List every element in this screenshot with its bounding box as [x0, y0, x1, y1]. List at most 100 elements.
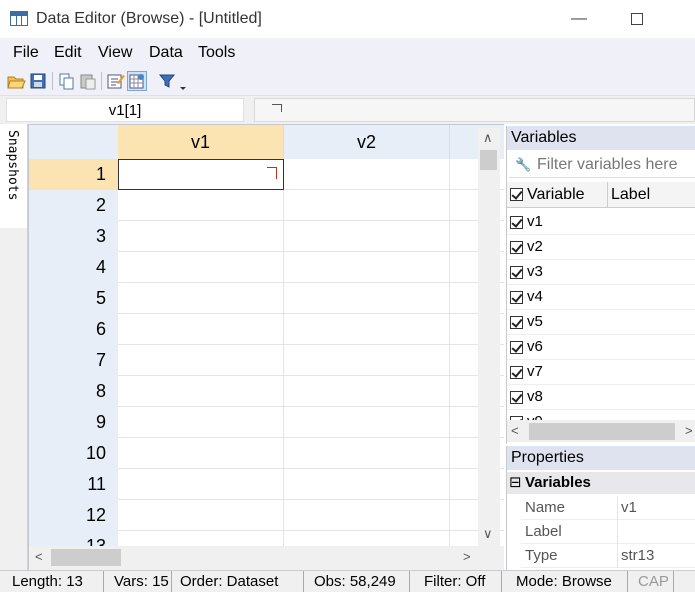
variable-row[interactable]: v7: [507, 360, 695, 385]
label-column-header[interactable]: Label: [611, 186, 650, 204]
scroll-up-icon[interactable]: ∧: [483, 130, 493, 146]
snapshots-tab[interactable]: Snapshots: [0, 124, 28, 228]
cell-reference-box[interactable]: v1[1]: [6, 98, 244, 122]
grid-cell[interactable]: [118, 438, 284, 469]
grid-cell[interactable]: [284, 190, 450, 221]
property-row-label[interactable]: Label: [521, 520, 695, 544]
property-row-name[interactable]: Name v1: [521, 496, 695, 520]
selected-cell[interactable]: [118, 159, 284, 190]
maximize-button[interactable]: [614, 4, 660, 34]
grid-cell[interactable]: [284, 469, 450, 500]
grid-cell[interactable]: [118, 283, 284, 314]
column-header-v2[interactable]: v2: [284, 125, 450, 159]
property-row-type[interactable]: Type str13: [521, 544, 695, 568]
grid-cell[interactable]: [284, 407, 450, 438]
open-icon[interactable]: [6, 71, 26, 91]
menu-data[interactable]: Data: [149, 44, 183, 62]
grid-cell[interactable]: [284, 314, 450, 345]
menu-edit[interactable]: Edit: [54, 44, 82, 62]
row-header-3[interactable]: 3: [29, 221, 118, 252]
grid-horizontal-thumb[interactable]: [51, 549, 121, 566]
row-header-10[interactable]: 10: [29, 438, 118, 469]
cell-value-input[interactable]: [254, 98, 695, 122]
grid-cell[interactable]: [118, 314, 284, 345]
row-header-1[interactable]: 1: [29, 159, 118, 190]
variable-row[interactable]: v2: [507, 235, 695, 260]
grid-cell[interactable]: [118, 345, 284, 376]
variable-checkbox[interactable]: [510, 291, 523, 304]
row-header-12[interactable]: 12: [29, 500, 118, 531]
variable-filter[interactable]: 🔧 Filter variables here: [509, 152, 695, 178]
row-header-8[interactable]: 8: [29, 376, 118, 407]
variable-checkbox[interactable]: [510, 366, 523, 379]
grid-cell[interactable]: [284, 252, 450, 283]
variable-row[interactable]: v5: [507, 310, 695, 335]
row-header-5[interactable]: 5: [29, 283, 118, 314]
grid-cell[interactable]: [284, 159, 450, 190]
select-all-checkbox[interactable]: [510, 188, 523, 201]
variable-column-header[interactable]: Variable: [527, 186, 585, 204]
variable-row[interactable]: v1: [507, 210, 695, 235]
grid-vertical-scrollbar[interactable]: ∧ ∨: [478, 128, 500, 546]
grid-cell[interactable]: [284, 345, 450, 376]
scroll-right-icon[interactable]: >: [463, 549, 471, 564]
property-value[interactable]: v1: [621, 496, 637, 520]
properties-group-variables[interactable]: ⊟ Variables: [507, 472, 695, 494]
grid-cell[interactable]: [118, 500, 284, 531]
grid-cell[interactable]: [118, 376, 284, 407]
minimize-button[interactable]: —: [556, 4, 602, 34]
filter-icon[interactable]: [157, 71, 177, 91]
menu-view[interactable]: View: [98, 44, 132, 62]
row-header-4[interactable]: 4: [29, 252, 118, 283]
variable-checkbox[interactable]: [510, 316, 523, 329]
grid-cell[interactable]: [118, 407, 284, 438]
grid-cell[interactable]: [118, 252, 284, 283]
grid-cell[interactable]: [118, 190, 284, 221]
variable-checkbox[interactable]: [510, 266, 523, 279]
edit-mode-icon[interactable]: [105, 71, 125, 91]
scroll-down-icon[interactable]: ∨: [483, 526, 493, 542]
browse-mode-icon[interactable]: [127, 71, 147, 91]
filter-dropdown-icon[interactable]: [178, 71, 188, 91]
grid-horizontal-scrollbar[interactable]: < >: [29, 546, 504, 570]
variable-row[interactable]: v3: [507, 260, 695, 285]
variable-checkbox[interactable]: [510, 341, 523, 354]
paste-icon[interactable]: [78, 71, 98, 91]
scroll-left-icon[interactable]: <: [511, 423, 519, 438]
grid-cell[interactable]: [284, 221, 450, 252]
collapse-icon[interactable]: ⊟: [509, 472, 522, 494]
menu-tools[interactable]: Tools: [198, 44, 235, 62]
variable-checkbox[interactable]: [510, 241, 523, 254]
row-header-7[interactable]: 7: [29, 345, 118, 376]
variable-filter-input[interactable]: Filter variables here: [537, 156, 678, 174]
status-obs: Obs: 58,249: [306, 571, 410, 592]
row-header-9[interactable]: 9: [29, 407, 118, 438]
row-header-2[interactable]: 2: [29, 190, 118, 221]
row-header-6[interactable]: 6: [29, 314, 118, 345]
variable-row[interactable]: v4: [507, 285, 695, 310]
property-value[interactable]: str13: [621, 544, 654, 568]
grid-corner[interactable]: [29, 125, 118, 159]
variable-row[interactable]: v6: [507, 335, 695, 360]
variable-name: v1: [527, 213, 543, 230]
variable-checkbox[interactable]: [510, 391, 523, 404]
grid-cell[interactable]: [118, 469, 284, 500]
grid-vertical-thumb[interactable]: [480, 150, 497, 170]
variable-row[interactable]: v8: [507, 385, 695, 410]
property-divider: [617, 520, 618, 544]
grid-cell[interactable]: [284, 500, 450, 531]
grid-cell[interactable]: [284, 283, 450, 314]
menu-file[interactable]: File: [13, 44, 39, 62]
variables-horizontal-thumb[interactable]: [529, 423, 675, 440]
variable-checkbox[interactable]: [510, 216, 523, 229]
grid-cell[interactable]: [284, 376, 450, 407]
variables-horizontal-scrollbar[interactable]: < >: [507, 420, 695, 442]
grid-cell[interactable]: [284, 438, 450, 469]
grid-cell[interactable]: [118, 221, 284, 252]
row-header-11[interactable]: 11: [29, 469, 118, 500]
save-icon[interactable]: [28, 71, 48, 91]
scroll-right-icon[interactable]: >: [685, 423, 693, 438]
scroll-left-icon[interactable]: <: [35, 549, 43, 564]
column-header-v1[interactable]: v1: [118, 125, 284, 159]
copy-icon[interactable]: [56, 71, 76, 91]
